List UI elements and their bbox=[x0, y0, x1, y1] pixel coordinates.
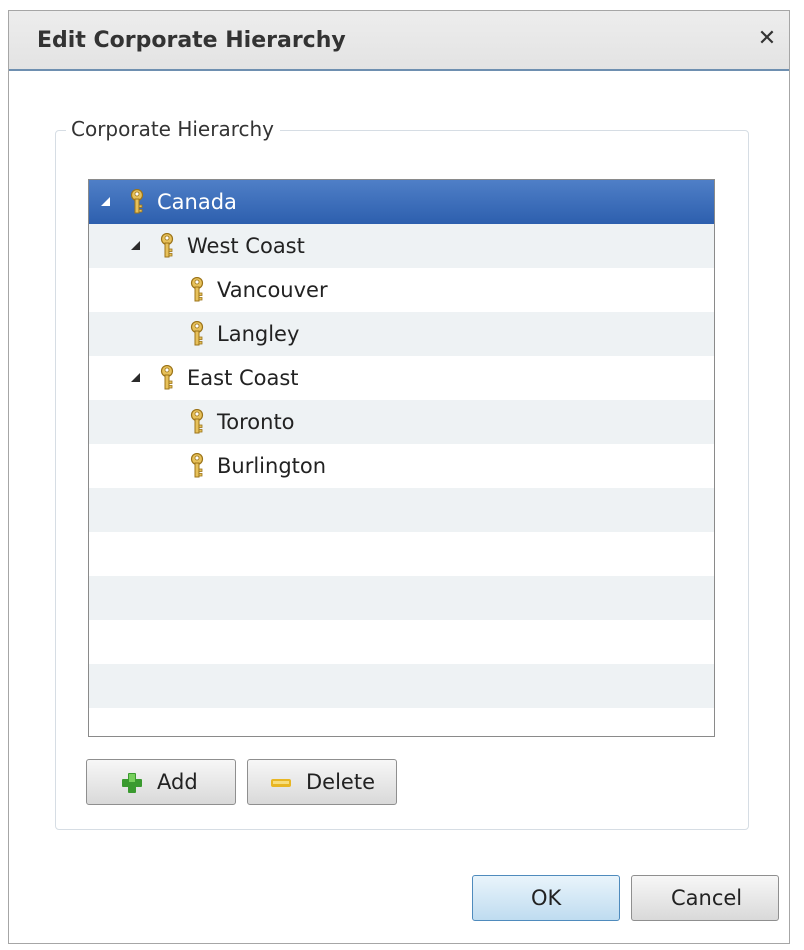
expanded-triangle-icon[interactable] bbox=[101, 197, 110, 206]
key-icon bbox=[190, 321, 204, 346]
tree-empty-row bbox=[89, 664, 714, 708]
expanded-triangle-icon[interactable] bbox=[131, 373, 140, 382]
dialog-titlebar: Edit Corporate Hierarchy ✕ bbox=[9, 11, 789, 71]
cancel-button-label: Cancel bbox=[671, 886, 743, 910]
expanded-triangle-icon[interactable] bbox=[131, 241, 140, 250]
close-icon[interactable]: ✕ bbox=[755, 27, 779, 51]
tree-item-label: Burlington bbox=[217, 454, 327, 478]
key-icon bbox=[130, 189, 144, 214]
cancel-button[interactable]: Cancel bbox=[631, 875, 779, 921]
plus-icon bbox=[122, 773, 142, 793]
tree-item-label: Canada bbox=[157, 190, 237, 214]
ok-button-label: OK bbox=[531, 886, 562, 910]
ok-button[interactable]: OK bbox=[472, 875, 620, 921]
minus-icon bbox=[271, 779, 291, 787]
tree-empty-row bbox=[89, 532, 714, 576]
tree-item[interactable]: East Coast bbox=[89, 356, 714, 400]
key-icon bbox=[160, 365, 174, 390]
tree-item-label: Langley bbox=[217, 322, 300, 346]
key-icon bbox=[190, 453, 204, 478]
tree-item[interactable]: Toronto bbox=[89, 400, 714, 444]
tree-item-label: Vancouver bbox=[217, 278, 328, 302]
key-icon bbox=[190, 277, 204, 302]
key-icon bbox=[160, 233, 174, 258]
tree-item[interactable]: Langley bbox=[89, 312, 714, 356]
tree-item-label: West Coast bbox=[187, 234, 305, 258]
delete-button[interactable]: Delete bbox=[247, 759, 397, 805]
key-icon bbox=[190, 409, 204, 434]
tree-item[interactable]: Canada bbox=[89, 180, 714, 224]
tree-item-label: Toronto bbox=[217, 410, 295, 434]
tree-item[interactable]: Burlington bbox=[89, 444, 714, 488]
hierarchy-tree-view[interactable]: Canada West Coast Vancouver Langley East Coa… bbox=[88, 179, 715, 737]
add-button[interactable]: Add bbox=[86, 759, 236, 805]
group-label: Corporate Hierarchy bbox=[66, 117, 281, 141]
tree-item-label: East Coast bbox=[187, 366, 299, 390]
tree-item[interactable]: West Coast bbox=[89, 224, 714, 268]
tree-empty-row bbox=[89, 488, 714, 532]
dialog-title: Edit Corporate Hierarchy bbox=[37, 28, 346, 53]
tree-empty-row bbox=[89, 620, 714, 664]
tree-item[interactable]: Vancouver bbox=[89, 268, 714, 312]
delete-button-label: Delete bbox=[306, 770, 375, 794]
tree-empty-row bbox=[89, 576, 714, 620]
add-button-label: Add bbox=[157, 770, 198, 794]
